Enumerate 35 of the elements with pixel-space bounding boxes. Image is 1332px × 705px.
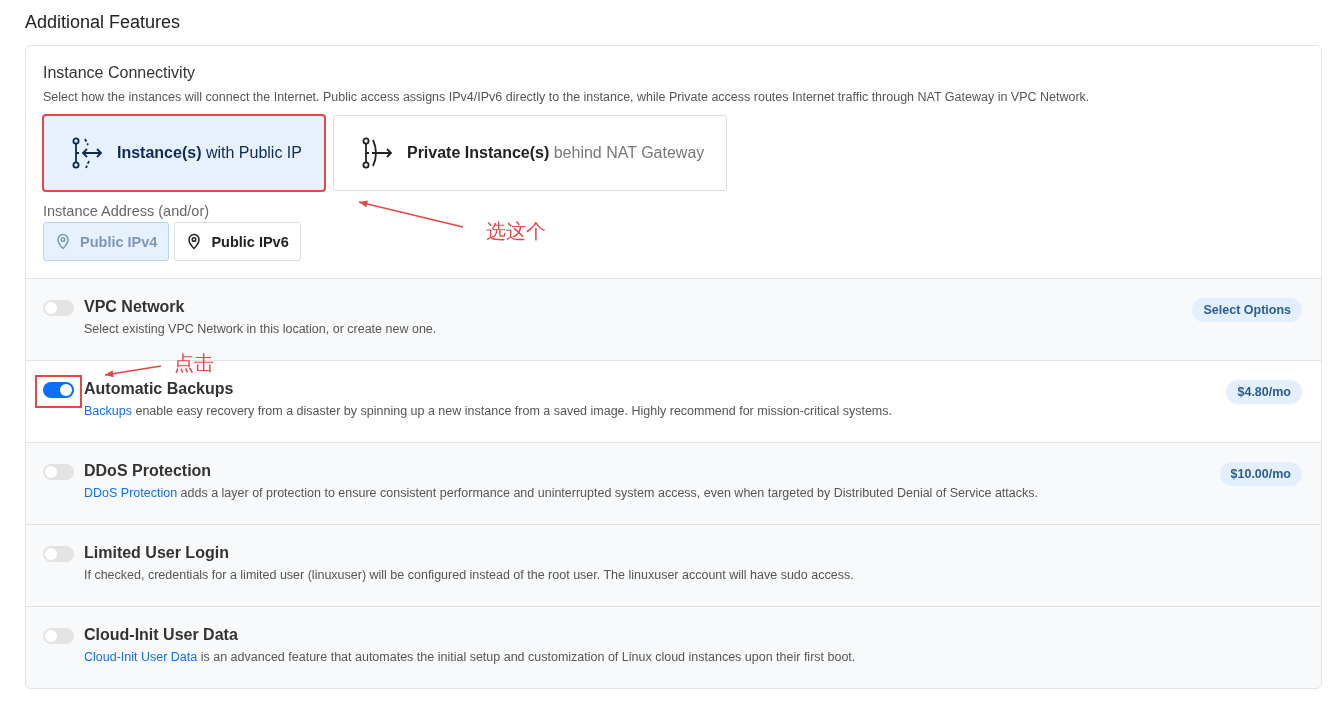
feature-description: DDoS Protection adds a layer of protection to ensure consistent performance and uninterrupted system access, even when targeted by Distributed Denial of Service attacks.: [84, 486, 1039, 500]
toggle-switch[interactable]: [43, 628, 74, 644]
feature-description: If checked, credentials for a limited user (linuxuser) will be configured instead of the root user. The linuxuser account will have sudo access.: [84, 568, 855, 582]
annotation-label: 点击: [174, 351, 214, 376]
price-pill[interactable]: Select Options: [1192, 298, 1302, 322]
price-pill[interactable]: $10.00/mo: [1219, 462, 1302, 486]
price-pill[interactable]: $4.80/mo: [1226, 380, 1302, 404]
feature-link[interactable]: DDoS Protection: [84, 486, 178, 500]
feature-link[interactable]: Cloud-Init User Data: [84, 650, 198, 664]
feature-title: Automatic Backups: [84, 380, 235, 398]
feature-title: DDoS Protection: [84, 462, 213, 480]
annotation-box: [35, 375, 82, 408]
section-description: Select how the instances will connect the Internet. Public access assigns IPv4/IPv6 directly to the instance, while Private access routes Internet traffic through NAT Gateway in VPC Network.: [43, 90, 1091, 104]
network-route-icon: [70, 137, 103, 169]
address-option[interactable]: Public IPv6: [174, 222, 301, 261]
annotation-arrow: [103, 363, 163, 378]
section-title: Instance Connectivity: [43, 64, 197, 82]
location-pin-icon: [56, 233, 70, 250]
feature-title: Limited User Login: [84, 544, 230, 562]
connectivity-option[interactable]: Private Instance(s) behind NAT Gateway: [332, 115, 728, 191]
section-heading: Additional Features: [25, 12, 182, 33]
location-pin-icon: [187, 233, 202, 250]
feature-description: Cloud-Init User Data is an advanced feature that automates the initial setup and customization of Linux cloud instances upon their first boot.: [84, 650, 857, 664]
connectivity-option[interactable]: Instance(s) with Public IP: [43, 115, 325, 191]
annotation-label: 选这个: [486, 219, 546, 244]
feature-link[interactable]: Backups: [84, 404, 132, 418]
feature-title: VPC Network: [84, 298, 186, 316]
toggle-switch[interactable]: [43, 382, 74, 398]
field-label: Instance Address (and/or): [43, 203, 211, 219]
toggle-switch[interactable]: [43, 464, 74, 480]
feature-description: Select existing VPC Network in this location, or create new one.: [84, 322, 438, 336]
feature-description: Backups enable easy recovery from a disaster by spinning up a new instance from a saved image. Highly recommend for mission-critical systems.: [84, 404, 893, 418]
toggle-switch[interactable]: [43, 300, 74, 316]
toggle-switch[interactable]: [43, 546, 74, 562]
feature-title: Cloud-Init User Data: [84, 626, 239, 644]
